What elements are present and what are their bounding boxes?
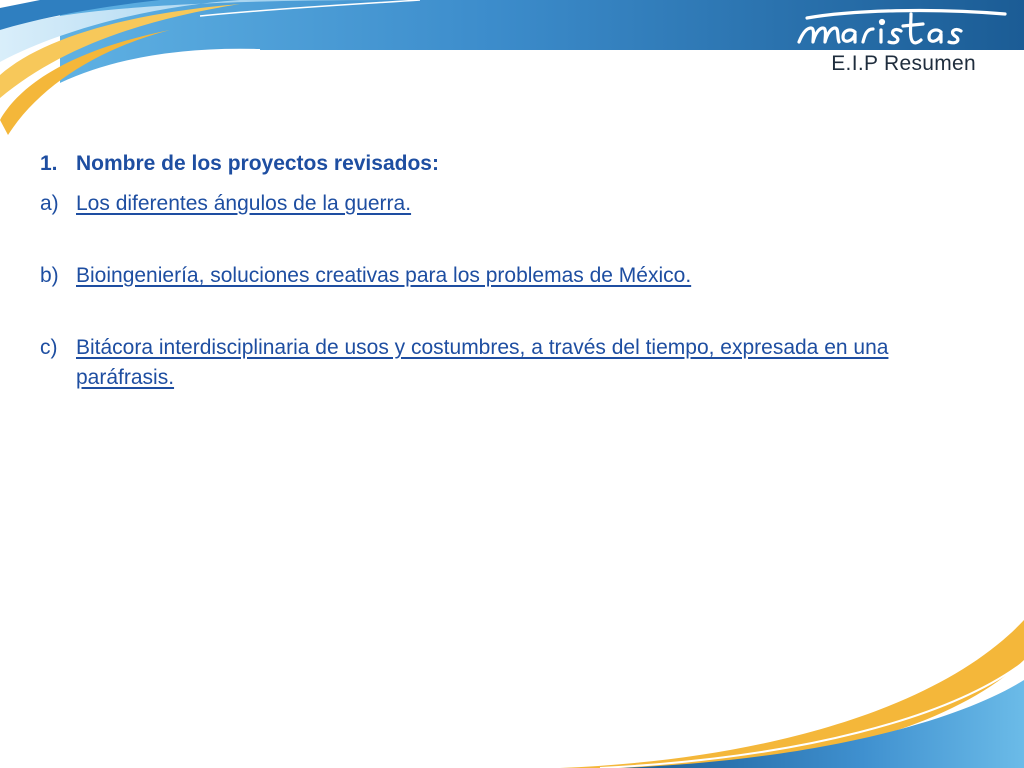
project-link-c[interactable]: Bitácora interdisciplinaria de usos y co…	[76, 333, 940, 393]
list-item-a: a) Los diferentes ángulos de la guerra.	[40, 189, 940, 219]
item-marker: b)	[40, 264, 59, 287]
project-link-b[interactable]: Bioingeniería, soluciones creativas para…	[76, 261, 940, 291]
list-item-b: b) Bioingeniería, soluciones creativas p…	[40, 261, 940, 291]
slide: E.I.P Resumen 1. Nombre de los proyectos…	[0, 0, 1024, 768]
item-marker: a)	[40, 192, 59, 215]
maristas-logo	[797, 8, 1007, 45]
list-item-c: c) Bitácora interdisciplinaria de usos y…	[40, 333, 940, 393]
heading-number: 1.	[40, 152, 58, 175]
item-marker: c)	[40, 336, 58, 359]
slide-subtitle: E.I.P Resumen	[831, 52, 976, 75]
project-link-a[interactable]: Los diferentes ángulos de la guerra.	[76, 189, 940, 219]
heading-text: Nombre de los proyectos revisados:	[76, 152, 439, 175]
section-heading: 1. Nombre de los proyectos revisados:	[40, 152, 940, 176]
slide-content: 1. Nombre de los proyectos revisados: a)…	[40, 150, 940, 393]
footer-band	[560, 620, 1024, 768]
